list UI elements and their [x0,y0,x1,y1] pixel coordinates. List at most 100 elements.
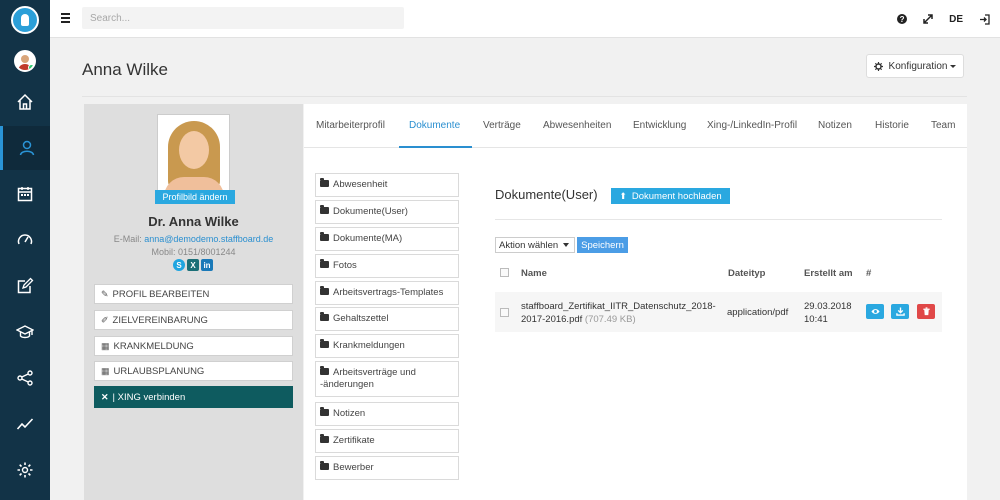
chart-icon[interactable] [0,402,50,446]
bulk-action-select[interactable]: Aktion wählen [495,237,575,253]
folder-item[interactable]: Arbeitsvertrags-Templates [315,281,459,305]
download-button[interactable] [891,304,909,319]
folder-item[interactable]: Fotos [315,254,459,278]
select-all-checkbox[interactable] [500,268,509,277]
tab-development[interactable]: Entwicklung [633,104,686,148]
folder-item[interactable]: Dokumente(MA) [315,227,459,251]
folder-label: Gehaltszettel [333,313,389,324]
xing-connect-label: | XING verbinden [112,391,186,403]
skype-icon[interactable]: S [173,259,185,271]
folder-item[interactable]: Gehaltszettel [315,307,459,331]
folder-label: Abwesenheit [333,179,388,190]
change-photo-button[interactable]: Profilbild ändern [155,190,235,204]
user-avatar[interactable] [14,50,36,72]
folder-label: Bewerber [333,462,374,473]
folder-item[interactable]: Notizen [315,402,459,426]
document-type: application/pdf [727,307,789,318]
folder-icon [320,366,329,375]
configuration-dropdown[interactable]: Konfiguration [866,54,964,78]
email-link[interactable]: anna@demodemo.staffboard.de [144,234,273,244]
download-icon [895,307,905,316]
vacation-planning-button[interactable]: ▦ URLAUBSPLANUNG [94,361,293,381]
document-size: (707.49 KB) [584,314,636,325]
language-switch[interactable]: DE [949,14,963,25]
linkedin-icon[interactable]: in [201,259,213,271]
folder-icon [320,339,329,348]
tab-team[interactable]: Team [931,104,955,148]
tab-absences[interactable]: Abwesenheiten [543,104,611,148]
document-time: 10:41 [804,314,828,325]
chevron-down-icon [563,243,570,247]
eye-icon [870,309,880,314]
folder-item[interactable]: Abwesenheit [315,173,459,197]
calendar-icon[interactable] [0,172,50,216]
save-button[interactable]: Speichern [577,237,628,253]
menu-icon[interactable] [61,13,70,23]
app-logo-icon[interactable] [11,6,39,34]
row-checkbox[interactable] [500,308,509,317]
top-bar: ? DE [50,0,1000,38]
edit-profile-button[interactable]: ✎ PROFIL BEARBEITEN [94,284,293,304]
bulk-action-value: Aktion wählen [499,239,559,251]
document-date: 29.03.2018 [804,301,852,312]
document-name[interactable]: staffboard_Zertifikat_IITR_Datenschutz_2… [521,300,721,326]
main-panel: Mitarbeiterprofil Dokumente Verträge Abw… [304,104,967,500]
search-input[interactable] [82,7,404,29]
upload-icon: ⬆ [619,190,627,201]
tab-notes[interactable]: Notizen [818,104,852,148]
folder-item[interactable]: Zertifikate [315,429,459,453]
folder-icon [320,312,329,321]
profile-mobile: Mobil: 0151/8001244 [151,247,236,257]
folder-item[interactable]: Arbeitsverträge und -änderungen [315,361,459,397]
calendar-icon: ▦ [101,365,110,376]
users-icon[interactable] [0,126,50,170]
folder-label: Arbeitsverträge und -änderungen [320,367,416,390]
folder-item[interactable]: Bewerber [315,456,459,480]
tab-contracts[interactable]: Verträge [483,104,521,148]
configuration-label: Konfiguration [888,60,948,72]
folder-label: Arbeitsvertrags-Templates [333,287,444,298]
profile-email: E-Mail: anna@demodemo.staffboard.de [84,234,303,244]
sick-report-button[interactable]: ▦ KRANKMELDUNG [94,336,293,356]
logout-icon[interactable] [979,13,990,25]
vacation-planning-label: URLAUBSPLANUNG [113,365,205,377]
column-header-name[interactable]: Name [521,268,547,279]
tab-xing-linkedin-profile[interactable]: Xing-/LinkedIn-Profil [707,104,797,148]
delete-button[interactable] [917,304,935,319]
column-header-filetype[interactable]: Dateityp [728,268,765,279]
calendar-icon: ▦ [101,340,110,351]
folder-label: Notizen [333,408,366,419]
folder-item[interactable]: Krankmeldungen [315,334,459,358]
folder-label: Fotos [333,260,357,271]
profile-photo [157,114,230,192]
folder-item[interactable]: Dokumente(User) [315,200,459,224]
sick-report-label: KRANKMELDUNG [113,340,194,352]
folder-label: Krankmeldungen [333,340,405,351]
home-icon[interactable] [0,80,50,124]
folder-icon [320,232,329,241]
tab-employee-profile[interactable]: Mitarbeiterprofil [316,104,385,148]
email-label: E-Mail: [113,234,142,244]
documents-divider [495,219,942,220]
expand-icon[interactable] [923,14,933,24]
share-icon[interactable] [0,356,50,400]
tab-history[interactable]: Historie [875,104,909,148]
folder-label: Dokumente(MA) [333,233,403,244]
folder-icon [320,205,329,214]
profile-card: Profilbild ändern Dr. Anna Wilke E-Mail:… [84,104,303,500]
goal-agreement-button[interactable]: ✐ ZIELVEREINBARUNG [94,310,293,330]
folder-icon [320,259,329,268]
view-button[interactable] [866,304,884,319]
tab-documents[interactable]: Dokumente [399,104,472,148]
xing-icon[interactable]: X [187,259,199,271]
column-header-created[interactable]: Erstellt am [804,268,853,279]
edit-icon[interactable] [0,264,50,308]
graduation-icon[interactable] [0,310,50,354]
dashboard-icon[interactable] [0,218,50,262]
goal-agreement-label: ZIELVEREINBARUNG [112,314,208,326]
upload-document-button[interactable]: ⬆ Dokument hochladen [611,188,730,204]
settings-icon[interactable] [0,448,50,492]
xing-connect-button[interactable]: ✕ | XING verbinden [94,386,293,408]
question-icon[interactable]: ? [897,14,908,24]
upload-label: Dokument hochladen [631,190,722,202]
